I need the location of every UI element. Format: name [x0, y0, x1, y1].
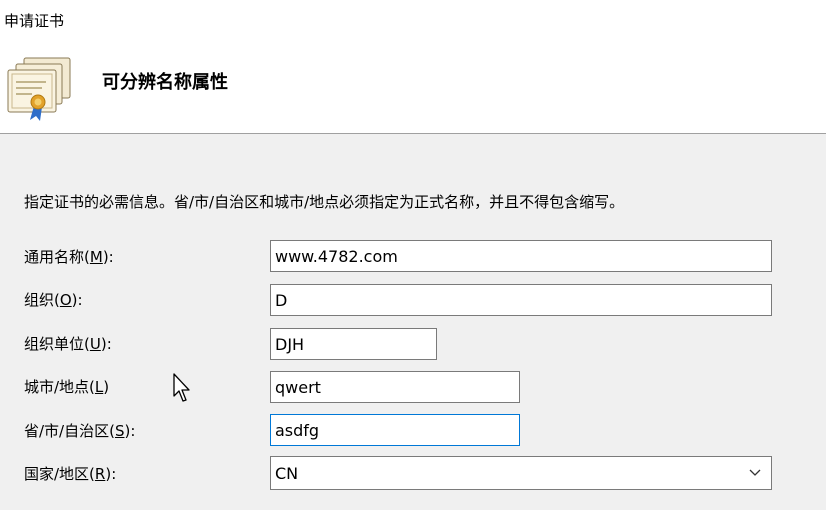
country-label: 国家/地区(R): — [24, 463, 116, 484]
city-input[interactable] — [270, 371, 520, 403]
common-name-input[interactable] — [270, 240, 772, 272]
organization-label-prefix: 组织( — [24, 291, 60, 309]
state-label-suffix: ): — [124, 422, 136, 440]
instruction-text: 指定证书的必需信息。省/市/自治区和城市/地点必须指定为正式名称，并且不得包含缩… — [24, 193, 625, 211]
common-name-label-suffix: ): — [102, 248, 114, 266]
organization-label: 组织(O): — [24, 289, 83, 310]
country-select[interactable]: CN — [270, 456, 772, 490]
state-mnemonic: S — [114, 422, 125, 440]
wizard-header: 申请证书 可分辨名称属性 — [0, 0, 826, 134]
org-unit-mnemonic: U — [89, 335, 101, 353]
city-label-suffix: ) — [103, 378, 110, 396]
org-unit-label-suffix: ): — [100, 335, 112, 353]
chevron-down-icon[interactable] — [749, 469, 761, 477]
state-input[interactable] — [270, 414, 520, 446]
organization-label-suffix: ): — [71, 291, 83, 309]
country-label-prefix: 国家/地区( — [24, 465, 95, 483]
organization-mnemonic: O — [59, 291, 72, 309]
mouse-cursor-icon — [173, 373, 190, 402]
certificate-icon — [7, 57, 71, 121]
city-label-prefix: 城市/地点( — [24, 378, 95, 396]
city-mnemonic: L — [94, 378, 104, 396]
org-unit-label-prefix: 组织单位( — [24, 335, 90, 353]
state-label-prefix: 省/市/自治区( — [24, 422, 115, 440]
common-name-mnemonic: M — [89, 248, 103, 266]
common-name-label-prefix: 通用名称( — [24, 248, 90, 266]
page-title: 可分辨名称属性 — [102, 72, 228, 93]
city-label: 城市/地点(L) — [24, 376, 109, 397]
organization-input[interactable] — [270, 284, 772, 316]
common-name-label: 通用名称(M): — [24, 246, 114, 267]
country-select-value: CN — [275, 464, 299, 483]
window-title: 申请证书 — [4, 12, 65, 30]
country-label-suffix: ): — [105, 465, 117, 483]
org-unit-label: 组织单位(U): — [24, 333, 112, 354]
org-unit-input[interactable] — [270, 328, 437, 360]
state-label: 省/市/自治区(S): — [24, 420, 135, 441]
country-mnemonic: R — [94, 465, 106, 483]
